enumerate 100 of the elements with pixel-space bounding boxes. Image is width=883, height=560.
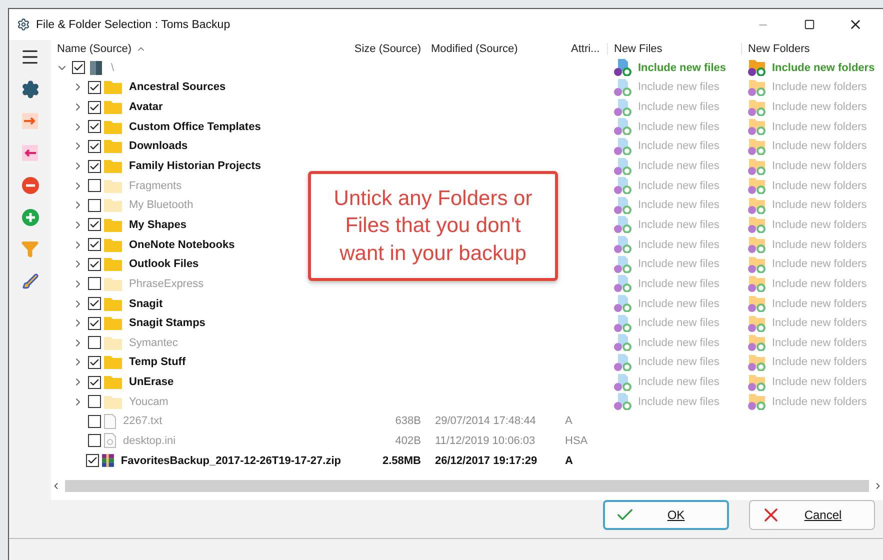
column-header[interactable]: New Files — [607, 43, 741, 55]
include-new-files-option[interactable]: Include new files — [638, 238, 720, 251]
folder-icon — [104, 198, 122, 212]
new-file-icon — [613, 196, 633, 214]
include-new-folders-option[interactable]: Include new folders — [772, 278, 867, 290]
column-header[interactable]: Size (Source) — [341, 43, 427, 55]
new-file-icon — [613, 354, 633, 371]
checkbox[interactable] — [72, 61, 85, 74]
include-new-files-option[interactable]: Include new files — [638, 218, 720, 231]
document-icon — [104, 414, 116, 429]
checkbox[interactable] — [88, 258, 101, 271]
checkbox[interactable] — [88, 100, 101, 114]
checkbox[interactable] — [88, 160, 101, 173]
new-folder-icon — [747, 295, 767, 312]
folder-icon — [104, 257, 122, 272]
checkbox[interactable] — [88, 376, 101, 389]
checkbox[interactable] — [88, 179, 101, 192]
include-new-files-option[interactable]: Include new files — [638, 376, 720, 388]
include-new-folders-option[interactable]: Include new folders — [772, 140, 867, 152]
folder-icon — [104, 355, 122, 370]
column-header[interactable]: Modified (Source) — [427, 43, 565, 55]
include-new-folders-option[interactable]: Include new folders — [772, 376, 867, 388]
checkbox[interactable] — [88, 395, 101, 408]
include-new-files-option[interactable]: Include new files — [638, 101, 720, 114]
checkbox[interactable] — [86, 454, 99, 468]
drive-icon — [88, 60, 104, 75]
include-new-folders-option[interactable]: Include new folders — [772, 396, 867, 408]
folder-icon — [104, 375, 122, 390]
folder-name: My Bluetooth — [129, 199, 194, 212]
include-new-files-option[interactable]: Include new files — [638, 356, 720, 368]
include-new-folders-option[interactable]: Include new folders — [772, 336, 867, 349]
column-header[interactable]: Attri... — [565, 43, 607, 55]
checkbox[interactable] — [88, 434, 101, 448]
include-new-files-option[interactable]: Include new files — [638, 140, 720, 152]
include-new-folders-option[interactable]: Include new folders — [772, 180, 867, 192]
include-new-files-option[interactable]: Include new files — [638, 120, 720, 133]
include-new-files-option[interactable]: Include new files — [638, 180, 720, 192]
checkbox[interactable] — [88, 80, 101, 94]
folder-icon — [104, 336, 122, 350]
include-new-files-option[interactable]: Include new files — [638, 258, 720, 270]
checkbox[interactable] — [88, 140, 101, 153]
include-new-files-option[interactable]: Include new files — [638, 81, 720, 94]
checkbox[interactable] — [88, 414, 101, 428]
include-new-folders-option[interactable]: Include new folders — [772, 199, 867, 212]
folder-icon — [104, 80, 122, 94]
checkbox[interactable] — [88, 198, 101, 212]
add-icon[interactable] — [19, 206, 41, 228]
checkbox[interactable] — [88, 218, 101, 232]
include-new-folders-option[interactable]: Include new folders — [772, 258, 867, 270]
app-icon — [17, 18, 30, 31]
include-new-folders-option[interactable]: Include new folders — [772, 120, 867, 133]
new-file-icon — [613, 118, 633, 136]
new-file-icon — [613, 334, 633, 352]
include-new-folders-option[interactable]: Include new folders — [772, 160, 867, 172]
include-new-files-option[interactable]: Include new files — [638, 317, 720, 330]
include-new-files-option[interactable]: Include new files — [638, 396, 720, 408]
checkbox[interactable] — [88, 356, 101, 369]
horizontal-scrollbar[interactable] — [51, 480, 883, 492]
new-folder-icon — [747, 236, 767, 254]
folder-icon — [104, 316, 122, 330]
include-new-folders-option[interactable]: Include new folders — [772, 238, 867, 251]
checkbox[interactable] — [88, 297, 101, 310]
column-header[interactable]: Name (Source) — [51, 43, 341, 55]
folder-name: Snagit Stamps — [129, 317, 206, 330]
folder-name: Outlook Files — [129, 258, 199, 270]
include-new-files-option[interactable]: Include new files — [638, 336, 720, 349]
include-new-folders-option[interactable]: Include new folders — [772, 298, 867, 310]
folder-name: Ancestral Sources — [129, 81, 226, 94]
checkbox[interactable] — [88, 238, 101, 252]
include-new-files-option[interactable]: Include new files — [638, 62, 726, 74]
include-new-files-option[interactable]: Include new files — [638, 298, 720, 310]
include-new-folders-option[interactable]: Include new folders — [772, 317, 867, 330]
new-folder-icon — [747, 374, 767, 391]
checkbox[interactable] — [88, 120, 101, 134]
new-file-icon — [613, 177, 633, 194]
checkbox[interactable] — [88, 336, 101, 350]
arrow-left-icon[interactable] — [19, 142, 41, 164]
folder-icon — [104, 276, 122, 291]
maximize-icon[interactable] — [804, 19, 814, 30]
remove-icon[interactable] — [19, 174, 41, 196]
new-folder-icon — [747, 158, 767, 175]
ok-button[interactable]: OK — [603, 500, 729, 530]
folder-icon — [104, 296, 122, 310]
include-new-files-option[interactable]: Include new files — [638, 199, 720, 212]
include-new-files-option[interactable]: Include new files — [638, 278, 720, 290]
include-new-folders-option[interactable]: Include new folders — [772, 356, 867, 368]
include-new-folders-option[interactable]: Include new folders — [772, 218, 867, 231]
checkbox[interactable] — [88, 316, 101, 330]
checkbox[interactable] — [88, 277, 101, 290]
column-header[interactable]: New Folders — [741, 43, 883, 55]
folder-icon — [104, 100, 122, 114]
new-folder-icon — [747, 275, 767, 292]
arrow-right-icon[interactable] — [19, 110, 41, 132]
include-new-folders-option[interactable]: Include new folders — [772, 62, 875, 74]
include-new-folders-option[interactable]: Include new folders — [772, 81, 867, 94]
new-file-icon — [613, 78, 633, 96]
include-new-files-option[interactable]: Include new files — [638, 160, 720, 172]
folder-name: Avatar — [129, 101, 163, 114]
include-new-folders-option[interactable]: Include new folders — [772, 101, 867, 114]
cancel-button[interactable]: Cancel — [749, 500, 875, 530]
